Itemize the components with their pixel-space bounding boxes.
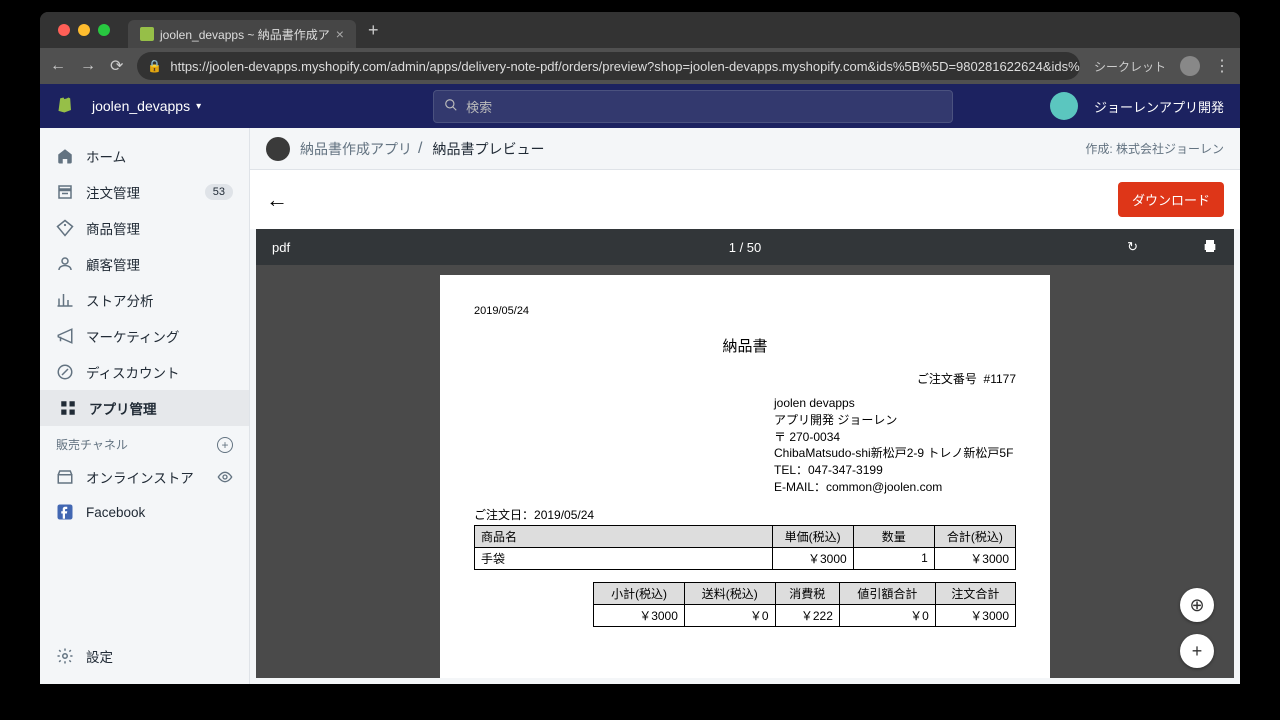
marketing-icon	[56, 327, 74, 345]
shop-info: joolen devapps アプリ開発 ジョーレン 〒 270-0034 Ch…	[774, 395, 1016, 496]
window-minimize[interactable]	[78, 24, 90, 36]
reload-button[interactable]: ⟳	[110, 56, 123, 76]
address-bar[interactable]: 🔒 https://joolen-devapps.myshopify.com/a…	[137, 52, 1080, 80]
pdf-toolbar: pdf 1 / 50 ↻	[256, 229, 1234, 265]
shopify-logo-icon	[56, 95, 76, 117]
table-row: 手袋 ￥3000 1 ￥3000	[475, 547, 1016, 569]
app-icon	[266, 137, 290, 161]
pdf-fit-button[interactable]: ⊕	[1180, 588, 1214, 622]
browser-toolbar: ← → ⟳ 🔒 https://joolen-devapps.myshopify…	[40, 48, 1240, 84]
tab-title: joolen_devapps ~ 納品書作成ア	[160, 26, 330, 43]
window-close[interactable]	[58, 24, 70, 36]
pdf-page: 2019/05/24 納品書 ご注文番号 #1177 joolen devapp…	[440, 275, 1050, 678]
sidebar-item-orders[interactable]: 注文管理 53	[40, 174, 249, 210]
sidebar-item-home[interactable]: ホーム	[40, 138, 249, 174]
facebook-icon	[56, 503, 74, 521]
lock-icon: 🔒	[147, 59, 162, 73]
avatar[interactable]	[1050, 92, 1078, 120]
channels-heading: 販売チャネル +	[40, 426, 249, 459]
app-header: 納品書作成アプリ / 納品書プレビュー 作成: 株式会社ジョーレン	[250, 128, 1240, 170]
add-channel-button[interactable]: +	[217, 437, 233, 453]
incognito-label: シークレット	[1094, 58, 1166, 75]
search-input[interactable]: 検索	[433, 90, 953, 123]
favicon-icon	[140, 27, 154, 41]
analytics-icon	[56, 291, 74, 309]
home-icon	[56, 147, 74, 165]
sidebar-item-settings[interactable]: 設定	[40, 638, 249, 674]
admin-topbar: joolen_devapps ▾ 検索 ジョーレンアプリ開発	[40, 84, 1240, 128]
sidebar-item-analytics[interactable]: ストア分析	[40, 282, 249, 318]
pdf-print-icon[interactable]	[1202, 238, 1218, 257]
search-icon	[444, 98, 458, 115]
discount-icon	[56, 363, 74, 381]
chevron-down-icon: ▾	[196, 101, 201, 112]
view-store-icon[interactable]	[217, 469, 233, 485]
pdf-download-icon[interactable]	[1162, 238, 1178, 257]
totals-table: 小計(税込) 送料(税込) 消費税 値引額合計 注文合計 ￥3000 ￥0 ￥2	[593, 582, 1016, 627]
orders-icon	[56, 183, 74, 201]
store-icon	[56, 468, 74, 486]
doc-title: 納品書	[474, 335, 1016, 356]
pdf-zoom-in-button[interactable]: +	[1180, 634, 1214, 668]
back-button[interactable]: ←	[50, 57, 66, 75]
app-meta: 作成: 株式会社ジョーレン	[1085, 140, 1224, 157]
url-text: https://joolen-devapps.myshopify.com/adm…	[170, 59, 1080, 74]
sidebar-item-customers[interactable]: 顧客管理	[40, 246, 249, 282]
apps-icon	[59, 399, 77, 417]
download-button[interactable]: ダウンロード	[1118, 182, 1224, 217]
pdf-rotate-icon[interactable]: ↻	[1127, 239, 1138, 255]
pdf-page-counter: 1 / 50	[729, 240, 762, 255]
browser-menu-icon[interactable]: ⋮	[1214, 56, 1230, 76]
window-zoom[interactable]	[98, 24, 110, 36]
sidebar-item-apps[interactable]: アプリ管理	[40, 390, 249, 426]
breadcrumb: 納品書プレビュー	[432, 139, 544, 159]
browser-tabstrip: joolen_devapps ~ 納品書作成ア × +	[40, 12, 1240, 48]
sidebar: ホーム 注文管理 53 商品管理 顧客管理 ストア分析	[40, 128, 250, 684]
user-name[interactable]: ジョーレンアプリ開発	[1094, 97, 1224, 116]
sidebar-channel-online-store[interactable]: オンラインストア	[40, 459, 249, 495]
new-tab-button[interactable]: +	[368, 20, 379, 41]
shop-switcher[interactable]: joolen_devapps ▾	[92, 98, 201, 114]
sidebar-channel-facebook[interactable]: Facebook	[40, 495, 249, 529]
search-placeholder: 検索	[466, 97, 492, 116]
close-tab-icon[interactable]: ×	[336, 26, 344, 42]
order-number: ご注文番号 #1177	[474, 370, 1016, 387]
orders-badge: 53	[205, 184, 233, 200]
sidebar-item-marketing[interactable]: マーケティング	[40, 318, 249, 354]
order-date: ご注文日：2019/05/24	[474, 506, 1016, 523]
incognito-icon	[1180, 56, 1200, 76]
back-arrow-button[interactable]: ←	[266, 187, 288, 213]
gear-icon	[56, 647, 74, 665]
pdf-filename: pdf	[272, 240, 290, 255]
app-name-link[interactable]: 納品書作成アプリ	[300, 139, 412, 159]
items-table: 商品名 単価(税込) 数量 合計(税込) 手袋 ￥3000 1 ￥3000	[474, 525, 1016, 570]
sidebar-item-products[interactable]: 商品管理	[40, 210, 249, 246]
tag-icon	[56, 219, 74, 237]
browser-tab[interactable]: joolen_devapps ~ 納品書作成ア ×	[128, 20, 356, 48]
forward-button[interactable]: →	[80, 57, 96, 75]
doc-print-date: 2019/05/24	[474, 305, 1016, 317]
customer-icon	[56, 255, 74, 273]
pdf-canvas[interactable]: 2019/05/24 納品書 ご注文番号 #1177 joolen devapp…	[256, 265, 1234, 678]
page-actions: ← ダウンロード	[250, 170, 1240, 229]
sidebar-item-discounts[interactable]: ディスカウント	[40, 354, 249, 390]
